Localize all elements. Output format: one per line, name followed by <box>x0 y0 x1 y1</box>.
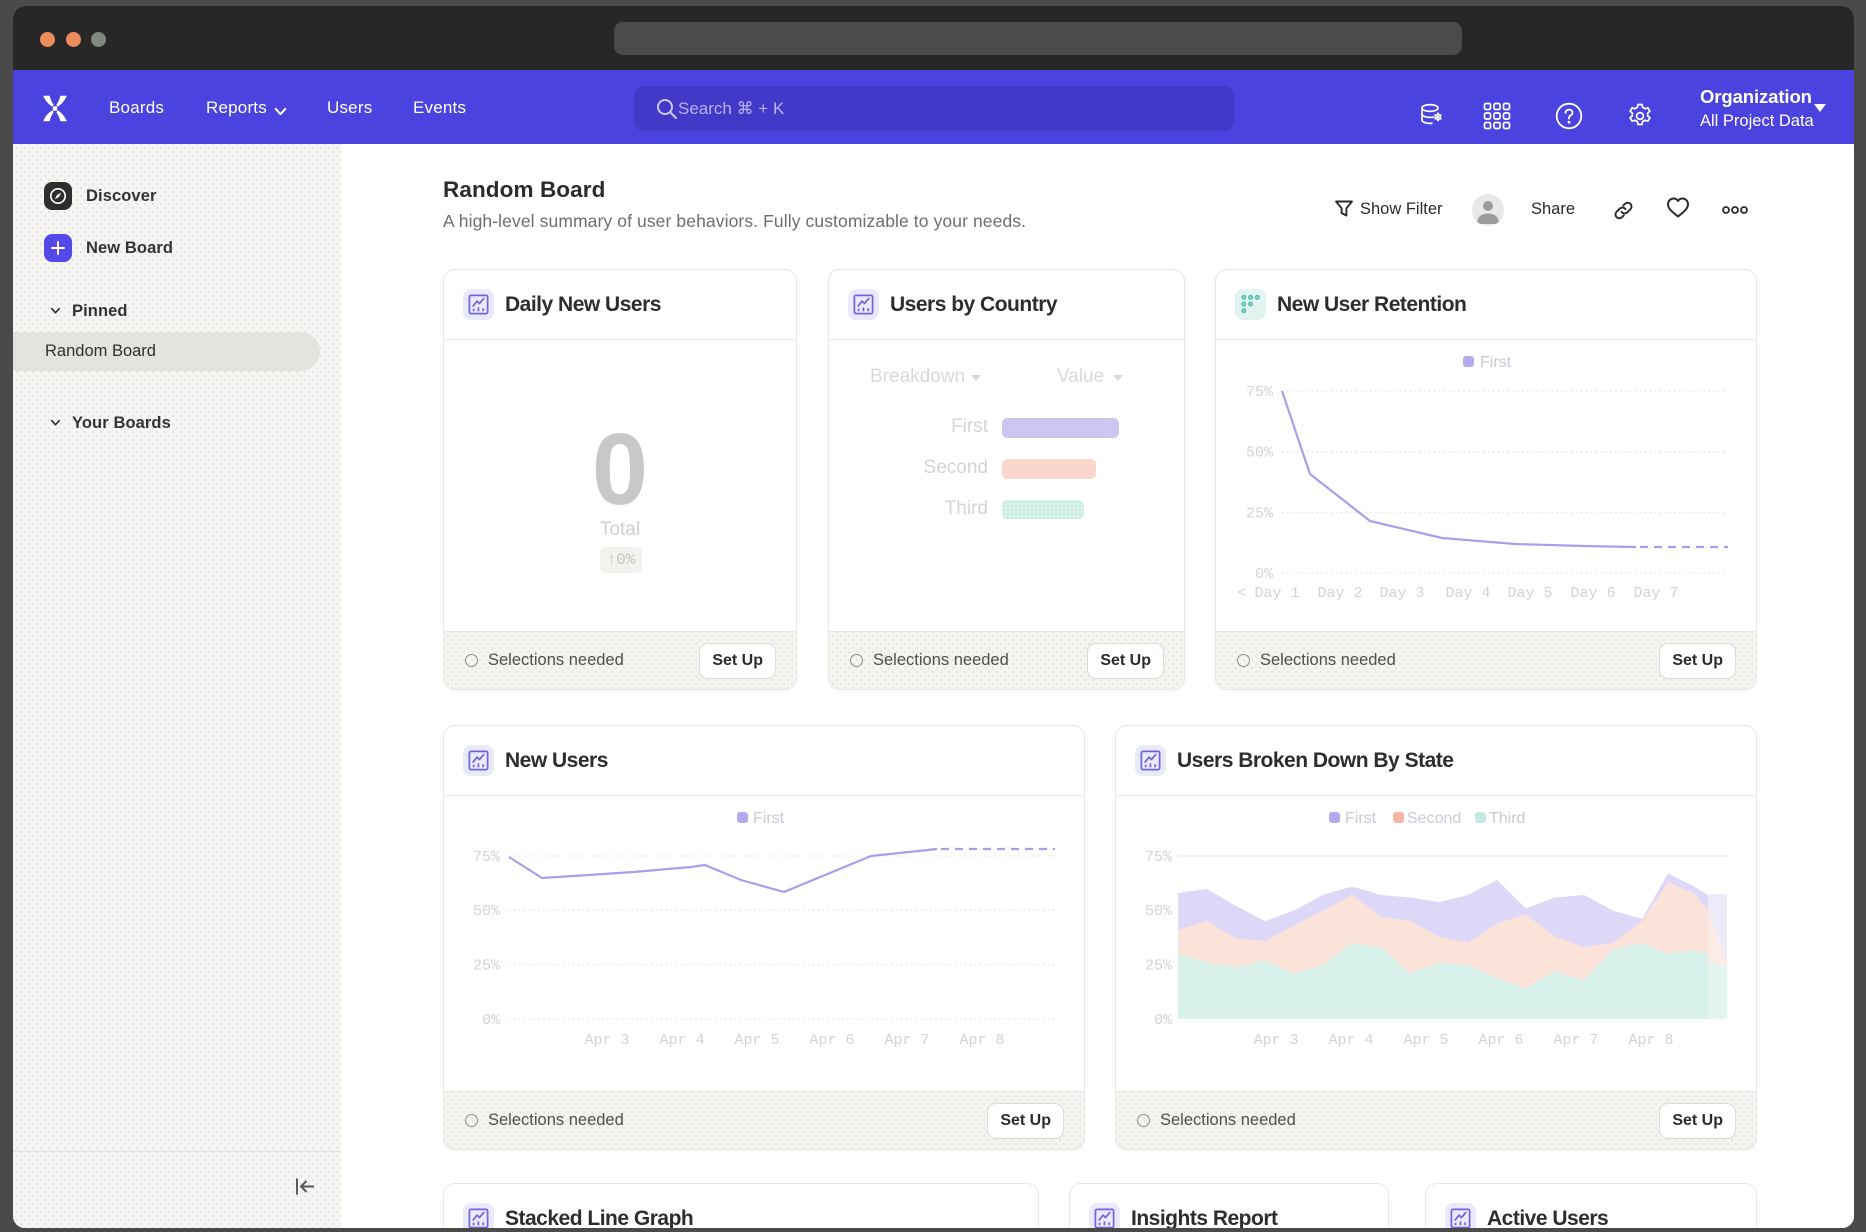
svg-text:Day 7: Day 7 <box>1633 585 1678 602</box>
svg-text:75%: 75% <box>1145 849 1173 866</box>
svg-text:Apr 5: Apr 5 <box>734 1032 779 1049</box>
svg-text:25%: 25% <box>473 958 501 975</box>
svg-text:Apr 3: Apr 3 <box>1253 1032 1298 1049</box>
svg-text:<: < <box>1237 585 1246 602</box>
svg-text:75%: 75% <box>473 849 501 866</box>
svg-text:Day 4: Day 4 <box>1445 585 1490 602</box>
svg-text:Day 5: Day 5 <box>1507 585 1552 602</box>
svg-text:50%: 50% <box>1145 903 1173 920</box>
svg-text:Apr 6: Apr 6 <box>809 1032 854 1049</box>
svg-text:Third: Third <box>1489 810 1525 827</box>
svg-text:Day 2: Day 2 <box>1317 585 1362 602</box>
svg-text:0%: 0% <box>482 1012 501 1029</box>
svg-text:Apr 4: Apr 4 <box>1328 1032 1373 1049</box>
svg-text:First: First <box>1345 810 1377 827</box>
svg-text:Apr 6: Apr 6 <box>1478 1032 1523 1049</box>
svg-text:Apr 3: Apr 3 <box>584 1032 629 1049</box>
svg-text:Day 6: Day 6 <box>1570 585 1615 602</box>
svg-text:25%: 25% <box>1145 958 1173 975</box>
svg-text:75%: 75% <box>1246 384 1274 401</box>
svg-text:Second: Second <box>1407 810 1461 827</box>
svg-text:Apr 7: Apr 7 <box>1553 1032 1598 1049</box>
svg-text:First: First <box>1480 354 1512 371</box>
svg-text:0%: 0% <box>1154 1012 1173 1029</box>
svg-text:25%: 25% <box>1246 505 1274 522</box>
svg-text:0%: 0% <box>1255 566 1274 583</box>
svg-text:Apr 8: Apr 8 <box>1628 1032 1673 1049</box>
svg-text:Apr 5: Apr 5 <box>1403 1032 1448 1049</box>
svg-text:50%: 50% <box>473 903 501 920</box>
svg-text:Apr 7: Apr 7 <box>884 1032 929 1049</box>
svg-text:Day 1: Day 1 <box>1254 585 1299 602</box>
svg-text:Day 3: Day 3 <box>1379 585 1424 602</box>
svg-text:First: First <box>753 810 785 827</box>
svg-text:50%: 50% <box>1246 445 1274 462</box>
svg-text:Apr 8: Apr 8 <box>959 1032 1004 1049</box>
svg-text:Apr 4: Apr 4 <box>659 1032 704 1049</box>
